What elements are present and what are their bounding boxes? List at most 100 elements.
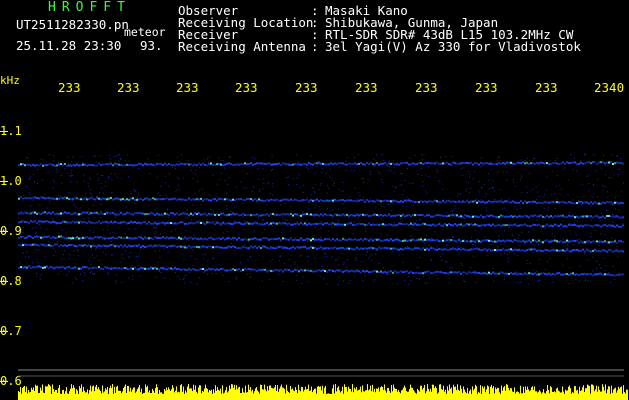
- trace-pixel: [342, 246, 344, 249]
- noise-speckle: [272, 194, 273, 196]
- noise-speckle: [400, 218, 401, 220]
- trace-pixel: [382, 199, 384, 202]
- noise-speckle: [195, 170, 197, 172]
- level-bar: [613, 389, 614, 400]
- noise-speckle: [134, 228, 136, 230]
- noise-speckle: [64, 168, 66, 170]
- trace-pixel: [34, 235, 36, 238]
- noise-speckle: [492, 188, 494, 190]
- trace-pixel: [62, 245, 64, 247]
- trace-pixel: [174, 213, 176, 216]
- level-bar: [30, 392, 31, 400]
- level-bar: [490, 386, 491, 400]
- noise-speckle: [396, 250, 398, 252]
- noise-speckle: [411, 227, 413, 228]
- noise-speckle: [301, 254, 303, 256]
- noise-speckle: [475, 244, 477, 246]
- trace-pixel: [406, 239, 408, 242]
- level-bar: [242, 388, 243, 400]
- trace-pixel: [424, 215, 426, 218]
- trace-pixel: [94, 198, 96, 201]
- noise-speckle: [234, 219, 236, 221]
- trace-pixel: [68, 266, 70, 268]
- trace-pixel: [538, 249, 540, 252]
- level-bar: [546, 391, 547, 400]
- trace-pixel: [394, 214, 396, 217]
- trace-pixel: [262, 214, 264, 216]
- trace-pixel: [336, 199, 338, 202]
- trace-pixel: [210, 268, 212, 271]
- trace-pixel: [332, 270, 334, 272]
- noise-speckle: [475, 282, 477, 283]
- noise-speckle: [324, 253, 326, 255]
- trace-pixel: [294, 163, 296, 166]
- trace-pixel: [124, 237, 126, 239]
- trace-pixel: [220, 268, 222, 270]
- noise-speckle: [240, 261, 241, 263]
- trace-pixel: [318, 162, 320, 165]
- level-bar: [471, 393, 472, 400]
- level-bar: [390, 392, 391, 400]
- noise-speckle: [155, 231, 157, 233]
- trace-pixel: [352, 270, 354, 273]
- trace-pixel: [368, 222, 370, 225]
- trace-pixel: [296, 269, 298, 272]
- trace-pixel: [448, 199, 450, 202]
- noise-speckle: [605, 174, 606, 176]
- noise-speckle: [259, 189, 261, 191]
- level-bar: [215, 385, 216, 400]
- trace-pixel: [20, 236, 22, 238]
- level-bar: [459, 391, 460, 400]
- noise-speckle: [457, 195, 459, 197]
- trace-pixel: [258, 269, 260, 272]
- trace-pixel: [614, 274, 616, 277]
- trace-pixel: [504, 224, 506, 227]
- noise-speckle: [367, 178, 369, 180]
- trace-pixel: [392, 271, 394, 274]
- level-bar: [294, 391, 295, 400]
- noise-speckle: [89, 230, 91, 231]
- trace-pixel: [142, 267, 144, 270]
- trace-pixel: [454, 214, 456, 217]
- noise-speckle: [539, 258, 540, 260]
- noise-speckle: [28, 178, 30, 180]
- trace-pixel: [222, 221, 224, 224]
- noise-speckle: [494, 190, 496, 192]
- noise-speckle: [110, 241, 112, 242]
- trace-pixel: [360, 161, 362, 164]
- noise-speckle: [503, 243, 505, 245]
- trace-pixel: [152, 245, 154, 248]
- trace-pixel: [358, 248, 360, 251]
- trace-pixel: [384, 162, 386, 165]
- trace-pixel: [324, 270, 326, 272]
- trace-pixel: [460, 215, 462, 218]
- level-bar: [77, 390, 78, 400]
- trace-pixel: [38, 244, 40, 247]
- trace-pixel: [590, 241, 592, 244]
- trace-pixel: [314, 222, 316, 225]
- trace-pixel: [568, 201, 570, 204]
- noise-speckle: [348, 217, 349, 219]
- level-bar: [266, 391, 267, 400]
- noise-speckle: [298, 161, 299, 163]
- noise-speckle: [101, 217, 103, 218]
- trace-pixel: [520, 240, 522, 243]
- noise-speckle: [83, 180, 85, 182]
- noise-speckle: [342, 203, 344, 205]
- trace-pixel: [384, 214, 386, 217]
- level-bar: [268, 390, 269, 400]
- trace-pixel: [472, 200, 474, 203]
- trace-pixel: [194, 246, 196, 249]
- trace-pixel: [580, 200, 582, 203]
- noise-speckle: [243, 187, 245, 189]
- noise-speckle: [529, 172, 530, 174]
- trace-pixel: [442, 199, 444, 202]
- noise-speckle: [230, 211, 232, 212]
- trace-pixel: [234, 269, 236, 272]
- noise-speckle: [452, 250, 454, 252]
- noise-speckle: [420, 168, 422, 170]
- trace-pixel: [602, 161, 604, 164]
- trace-pixel: [280, 222, 282, 225]
- noise-speckle: [95, 248, 97, 250]
- trace-pixel: [286, 222, 288, 225]
